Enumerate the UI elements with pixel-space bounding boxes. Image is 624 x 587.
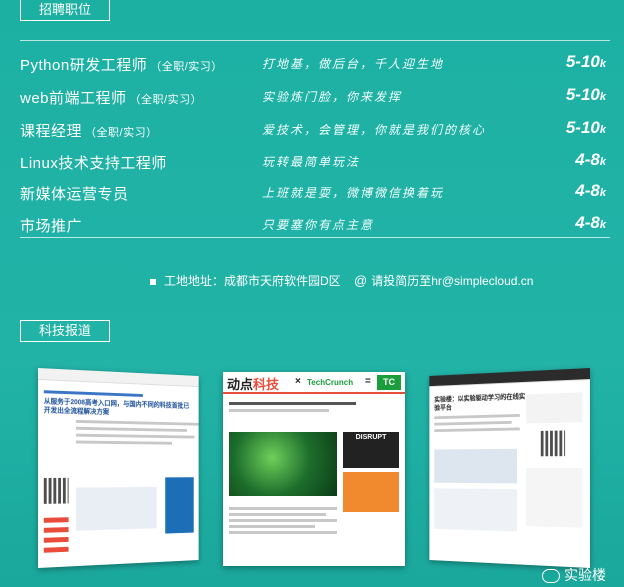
salary-unit: k — [599, 156, 606, 168]
promo-block — [343, 472, 399, 512]
at-icon: @ — [354, 273, 368, 288]
screenshot-block — [434, 448, 518, 484]
text-line — [76, 419, 199, 426]
salary-range: 4-8 — [575, 181, 600, 200]
dongdian-logo: 动点科技 — [227, 374, 279, 393]
job-title: 市场推广 — [20, 215, 85, 236]
text-line — [229, 409, 330, 412]
job-salary: 5-10k — [566, 118, 606, 138]
text-line — [229, 525, 316, 528]
nav-line — [43, 390, 143, 397]
techcrunch-logo: TechCrunch — [307, 378, 354, 387]
text-line — [229, 531, 337, 534]
salary-range: 4-8 — [575, 213, 600, 232]
sidebar-block — [526, 392, 583, 424]
watermark-text: 实验楼 — [564, 567, 606, 583]
job-name: web前端工程师 — [20, 90, 127, 107]
address-item: 工地地址：成都市天府软件园D区 — [150, 272, 341, 289]
news-section-tag: 科技报道 — [20, 320, 110, 342]
screenshot-block — [76, 486, 157, 531]
job-slogan: 只要塞你有点主意 — [262, 218, 375, 232]
salary-unit: k — [599, 219, 606, 231]
salary-range: 5-10 — [565, 118, 600, 137]
salary-range: 5-10 — [565, 52, 600, 71]
qr-code-icon — [540, 430, 566, 457]
job-salary: 4-8k — [575, 213, 606, 233]
text-line — [229, 519, 337, 522]
cross-icon: × — [295, 376, 301, 387]
share-icons — [43, 517, 69, 558]
salary-range: 5-10 — [565, 85, 600, 104]
job-row[interactable]: 市场推广 只要塞你有点主意 4-8k — [20, 213, 610, 237]
job-name: 课程经理 — [20, 123, 83, 140]
salary-unit: k — [599, 58, 606, 70]
job-salary: 5-10k — [566, 85, 606, 105]
job-name: 市场推广 — [20, 218, 83, 235]
text-line — [434, 420, 512, 426]
ad-banner — [165, 477, 194, 534]
job-salary: 4-8k — [575, 150, 606, 170]
disrupt-banner: DISRUPT — [343, 432, 399, 468]
article-title: 从服务于2008高考入口网，与国内不同的科技首批已开发出全流程解决方案 — [43, 398, 190, 416]
headline-line — [229, 402, 357, 405]
news-thumbnail-2[interactable]: 动点科技 × TechCrunch = TC DISRUPT — [223, 372, 405, 566]
divider — [20, 40, 610, 41]
sidebar-block — [526, 468, 583, 528]
text-line — [76, 433, 195, 439]
job-row[interactable]: Linux技术支持工程师 玩转最简单玩法 4-8k — [20, 150, 610, 174]
logo-text: 动点 — [227, 377, 254, 392]
email-text[interactable]: 请投简历至hr@simplecloud.cn — [371, 274, 533, 288]
job-slogan: 玩转最简单玩法 — [262, 155, 361, 169]
job-slogan: 打地基，做后台，千人迎生地 — [262, 57, 445, 71]
wechat-icon — [542, 569, 560, 584]
job-title: Linux技术支持工程师 — [20, 152, 170, 173]
salary-unit: k — [599, 91, 606, 103]
job-row[interactable]: 课程经理 （全职/实习） 爱技术，会管理，你就是我们的核心 5-10k — [20, 118, 610, 142]
news-thumbnail-3[interactable]: 实验楼：以实验驱动学习的在线实验平台 — [429, 368, 590, 568]
text-line — [76, 440, 173, 445]
job-salary: 4-8k — [575, 181, 606, 201]
text-line — [229, 513, 327, 516]
article-title: 实验楼：以实验驱动学习的在线实验平台 — [434, 393, 526, 412]
job-title: 课程经理 （全职/实习） — [20, 120, 158, 141]
screenshot-block — [434, 488, 518, 532]
job-title: Python研发工程师 （全职/实习） — [20, 54, 223, 75]
job-name: Linux技术支持工程师 — [20, 155, 167, 172]
article-image — [229, 432, 337, 496]
email-item: @ 请投简历至hr@simplecloud.cn — [354, 272, 533, 289]
job-title: 新媒体运营专员 — [20, 183, 132, 204]
job-row[interactable]: web前端工程师 （全职/实习） 实验炼门脸，你来发挥 5-10k — [20, 85, 610, 109]
salary-unit: k — [599, 124, 606, 136]
text-line — [434, 427, 520, 433]
jobs-section-tag: 招聘职位 — [20, 0, 110, 21]
watermark: 实验楼 — [542, 565, 606, 585]
logo-accent: 科技 — [253, 377, 280, 392]
text-line — [229, 507, 337, 510]
salary-unit: k — [599, 187, 606, 199]
job-type: （全职/实习） — [85, 127, 158, 139]
job-slogan: 实验炼门脸，你来发挥 — [262, 90, 403, 104]
job-title: web前端工程师 （全职/实习） — [20, 87, 202, 108]
text-line — [434, 413, 520, 420]
job-slogan: 爱技术，会管理，你就是我们的核心 — [262, 123, 487, 137]
job-name: 新媒体运营专员 — [20, 186, 129, 203]
tc-logo: TC — [377, 375, 401, 390]
divider — [20, 237, 610, 238]
job-slogan: 上班就是耍，微博微信换着玩 — [262, 186, 445, 200]
text-line — [76, 426, 188, 432]
equals-icon: = — [365, 376, 371, 387]
address-text: 工地地址：成都市天府软件园D区 — [164, 274, 341, 288]
job-row[interactable]: 新媒体运营专员 上班就是耍，微博微信换着玩 4-8k — [20, 181, 610, 205]
job-type: （全职/实习） — [129, 94, 203, 106]
dongdian-header: 动点科技 × TechCrunch = TC — [223, 372, 405, 394]
article-body — [229, 504, 337, 537]
job-type: （全职/实习） — [150, 61, 223, 73]
job-row[interactable]: Python研发工程师 （全职/实习） 打地基，做后台，千人迎生地 5-10k — [20, 52, 610, 76]
qr-code-icon — [43, 477, 69, 504]
salary-range: 4-8 — [575, 150, 600, 169]
job-salary: 5-10k — [566, 52, 606, 72]
job-name: Python研发工程师 — [20, 57, 148, 74]
bullet-square-icon — [150, 278, 156, 285]
news-thumbnail-1[interactable]: 从服务于2008高考入口网，与国内不同的科技首批已开发出全流程解决方案 — [38, 368, 199, 568]
